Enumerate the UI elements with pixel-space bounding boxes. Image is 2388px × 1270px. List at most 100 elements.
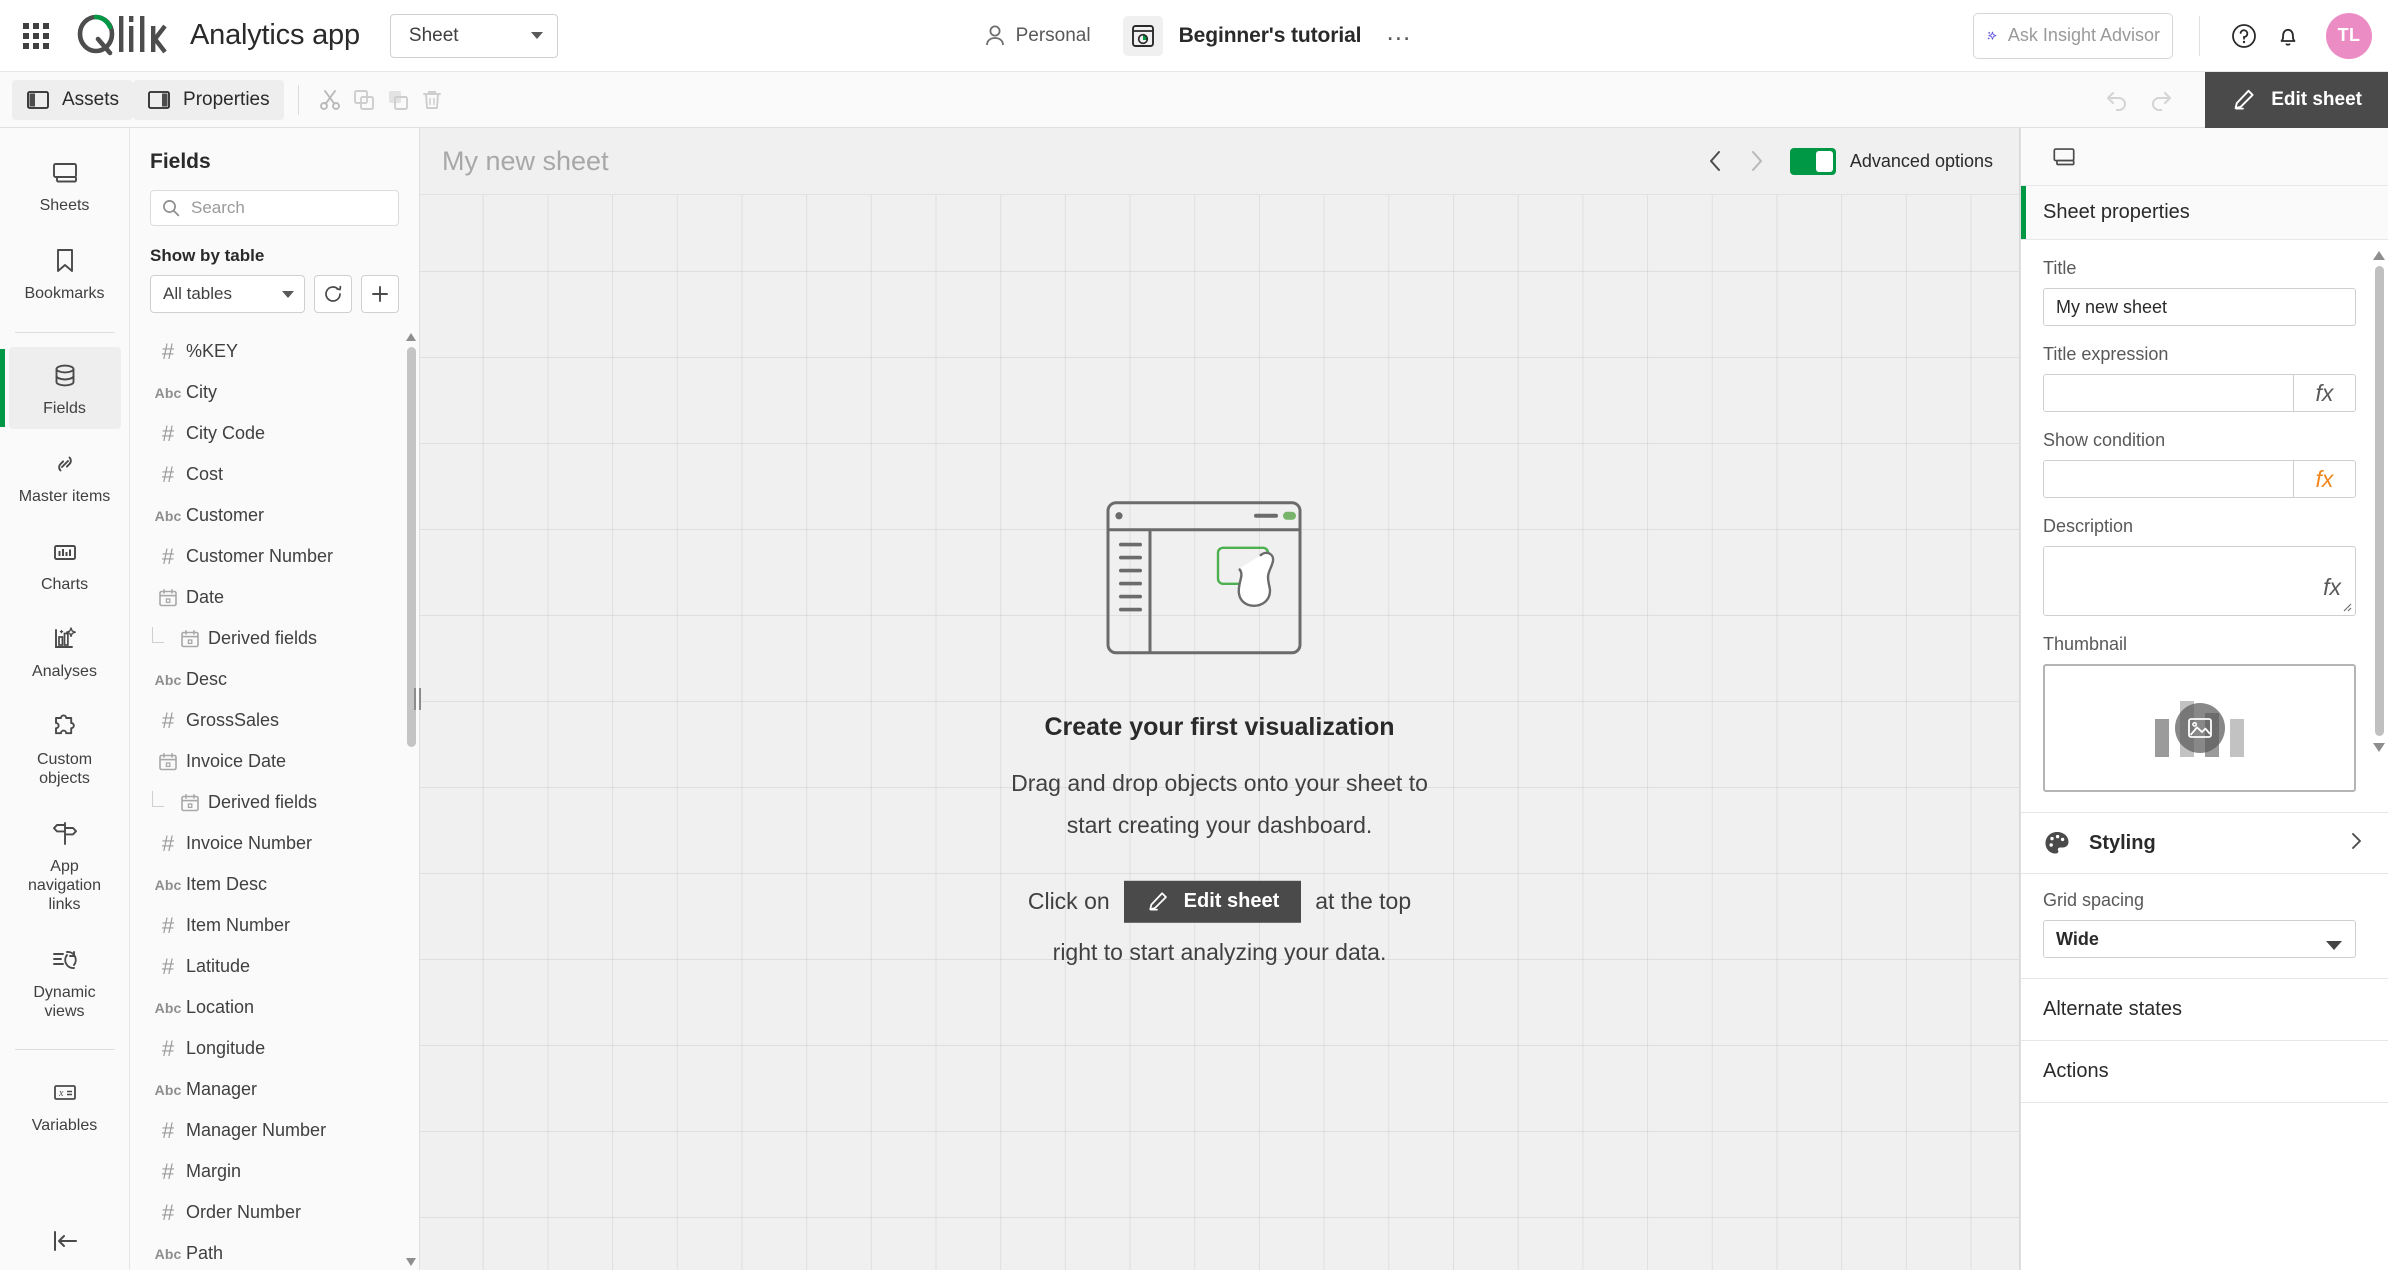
- field-item[interactable]: Derived fields: [130, 782, 419, 823]
- field-item[interactable]: # Customer Number: [130, 536, 419, 577]
- space-chip[interactable]: Personal: [974, 18, 1101, 54]
- title-expression-field[interactable]: [2044, 375, 2293, 411]
- field-item[interactable]: # Longitude: [130, 1028, 419, 1069]
- field-item[interactable]: # %KEY: [130, 331, 419, 372]
- properties-scroll-down-arrow[interactable]: [2372, 740, 2386, 754]
- description-textarea[interactable]: fx: [2043, 546, 2356, 616]
- field-item[interactable]: Derived fields: [130, 618, 419, 659]
- alternate-states-row[interactable]: Alternate states: [2021, 979, 2388, 1041]
- show-condition-field[interactable]: [2044, 461, 2293, 497]
- fx-button[interactable]: fx: [2293, 375, 2355, 411]
- fields-list[interactable]: # %KEY Abc City # City Code # Cost Abc Customer # C…: [130, 331, 419, 1270]
- rail-item-charts[interactable]: Charts: [9, 523, 121, 605]
- title-value: My new sheet: [2056, 296, 2168, 317]
- plus-icon[interactable]: [361, 275, 399, 313]
- chevron-down-icon: [530, 32, 543, 39]
- field-type-numeric-icon: #: [161, 1035, 175, 1061]
- field-item[interactable]: # Margin: [130, 1151, 419, 1192]
- field-item[interactable]: Abc City: [130, 372, 419, 413]
- field-item[interactable]: # City Code: [130, 413, 419, 454]
- rail-label: Sheets: [39, 197, 90, 214]
- undo-icon[interactable]: [2091, 76, 2139, 124]
- show-condition-input[interactable]: fx: [2043, 460, 2356, 498]
- fx-button[interactable]: fx: [2323, 574, 2341, 601]
- rail-item-fields[interactable]: Fields: [0, 346, 121, 429]
- rail-item-app-navigation-links[interactable]: App navigation links: [9, 805, 121, 925]
- sheet-properties-icon[interactable]: [2043, 136, 2085, 178]
- empty-state-edit-sheet-chip[interactable]: Edit sheet: [1123, 880, 1302, 923]
- field-item[interactable]: Abc Location: [130, 987, 419, 1028]
- rail-divider: [14, 331, 115, 333]
- field-item[interactable]: # GrossSales: [130, 700, 419, 741]
- bell-icon[interactable]: [2266, 14, 2310, 58]
- field-item[interactable]: Abc Item Desc: [130, 864, 419, 905]
- title-expression-input[interactable]: fx: [2043, 374, 2356, 412]
- rail-item-custom-objects[interactable]: Custom objects: [9, 698, 121, 799]
- actions-row[interactable]: Actions: [2021, 1041, 2388, 1103]
- field-item[interactable]: Abc Path: [130, 1233, 419, 1270]
- flag-icon: [52, 822, 77, 845]
- sparkle-icon: [1987, 31, 1997, 40]
- collapse-left-icon[interactable]: [0, 1228, 129, 1254]
- paste-icon[interactable]: [381, 83, 415, 117]
- tutorial-name[interactable]: Beginner's tutorial: [1179, 24, 1362, 48]
- rail-item-analyses[interactable]: Analyses: [9, 610, 121, 692]
- resize-handle-icon[interactable]: [2340, 600, 2352, 612]
- app-body: Sheets Bookmarks Fields Master items Cha…: [0, 128, 2388, 1270]
- variables-icon: x: [53, 1085, 76, 1101]
- rail-item-sheets[interactable]: Sheets: [9, 144, 121, 226]
- refresh-icon[interactable]: [314, 275, 352, 313]
- copy-icon[interactable]: [347, 83, 381, 117]
- title-input[interactable]: My new sheet: [2043, 288, 2356, 326]
- field-type-text-icon: Abc: [154, 384, 182, 401]
- sheet-mode-select[interactable]: Sheet: [389, 13, 558, 58]
- field-item[interactable]: # Latitude: [130, 946, 419, 987]
- field-item[interactable]: Abc Desc: [130, 659, 419, 700]
- styling-row[interactable]: Styling: [2021, 812, 2388, 874]
- advanced-options-toggle[interactable]: [1789, 147, 1836, 175]
- description-label: Description: [2043, 516, 2134, 536]
- avatar[interactable]: TL: [2326, 12, 2372, 59]
- properties-scroll-area[interactable]: Title My new sheet Title expression fx S…: [2021, 240, 2388, 1270]
- redo-icon[interactable]: [2139, 76, 2187, 124]
- insight-advisor-input[interactable]: Ask Insight Advisor: [1973, 12, 2173, 59]
- qlik-logo[interactable]: [76, 0, 168, 71]
- chevron-right-icon[interactable]: [1736, 141, 1776, 181]
- fields-panel-resizer[interactable]: [413, 128, 421, 1270]
- sheet-grid-canvas[interactable]: Create your first visualization Drag and…: [420, 194, 2019, 1270]
- field-item[interactable]: # Manager Number: [130, 1110, 419, 1151]
- show-condition-section: Show condition fx: [2021, 412, 2388, 498]
- field-item[interactable]: Abc Manager: [130, 1069, 419, 1110]
- field-item[interactable]: # Cost: [130, 454, 419, 495]
- thumbnail-picker[interactable]: [2043, 664, 2356, 792]
- rail-item-variables[interactable]: x Variables: [9, 1064, 121, 1146]
- rail-item-dynamic-views[interactable]: Dynamic views: [9, 931, 121, 1032]
- field-item[interactable]: # Order Number: [130, 1192, 419, 1233]
- properties-scrollbar-thumb[interactable]: [2375, 266, 2384, 736]
- edit-sheet-button[interactable]: Edit sheet: [2205, 71, 2388, 128]
- fx-button-orange[interactable]: fx: [2293, 461, 2355, 497]
- rail-item-bookmarks[interactable]: Bookmarks: [9, 232, 121, 314]
- field-item[interactable]: # Item Number: [130, 905, 419, 946]
- properties-scroll-up-arrow[interactable]: [2372, 248, 2386, 262]
- help-circle-icon[interactable]: [2222, 14, 2266, 58]
- assets-button[interactable]: Assets: [12, 79, 134, 120]
- field-item[interactable]: # Invoice Number: [130, 823, 419, 864]
- empty-state-line1: Drag and drop objects onto your sheet to: [1011, 769, 1428, 796]
- app-launcher-icon[interactable]: [14, 14, 58, 58]
- table-filter-select[interactable]: All tables: [150, 275, 305, 313]
- properties-button[interactable]: Properties: [133, 79, 284, 120]
- grid-spacing-select[interactable]: Wide: [2043, 920, 2356, 958]
- fields-search-input[interactable]: Search: [150, 190, 399, 226]
- trash-icon[interactable]: [415, 83, 449, 117]
- rail-item-master-items[interactable]: Master items: [9, 435, 121, 517]
- more-options-icon[interactable]: …: [1385, 18, 1414, 46]
- chevron-left-icon[interactable]: [1696, 141, 1736, 181]
- field-item[interactable]: Date: [130, 577, 419, 618]
- scissors-icon[interactable]: [313, 83, 347, 117]
- field-item[interactable]: Abc Customer: [130, 495, 419, 536]
- rail-label: Custom objects: [36, 751, 93, 788]
- tutorial-icon[interactable]: [1122, 15, 1163, 56]
- empty-state: Create your first visualization Drag and…: [840, 499, 1600, 965]
- field-item[interactable]: Invoice Date: [130, 741, 419, 782]
